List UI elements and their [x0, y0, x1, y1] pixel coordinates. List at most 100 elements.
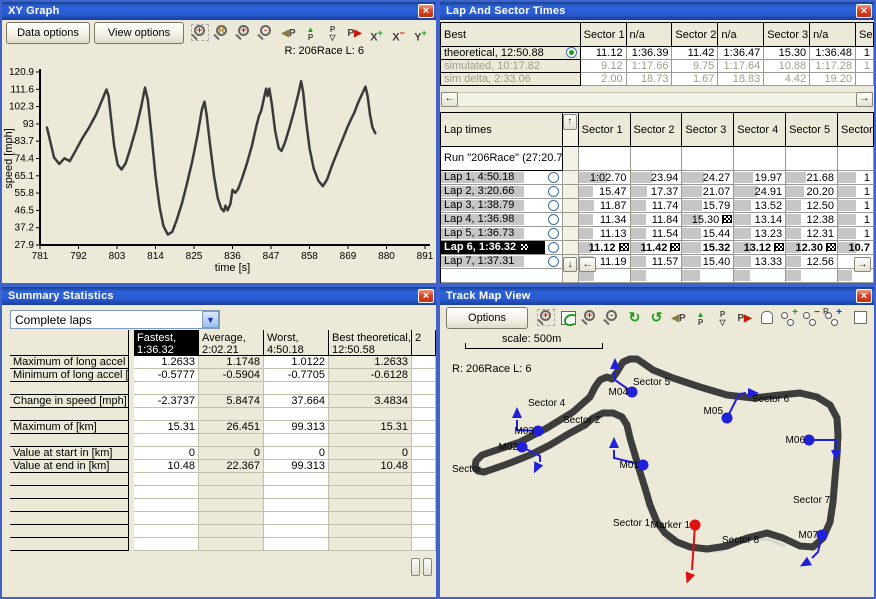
summary-scroll-right-button[interactable]	[423, 558, 432, 576]
scroll-down-button[interactable]: ↓	[563, 257, 577, 272]
best-col-header[interactable]: Sector 1	[581, 23, 627, 47]
sector-col-header[interactable]: Sector 2	[631, 113, 683, 147]
fit-track-icon[interactable]	[558, 308, 579, 329]
marker-dot-M04[interactable]	[627, 387, 638, 398]
zoom-out-icon[interactable]: -	[602, 308, 623, 329]
view-options-button[interactable]: View options	[94, 22, 184, 44]
lap-row[interactable]	[441, 269, 874, 283]
data-options-button[interactable]: Data options	[6, 22, 90, 44]
lap-row-label[interactable]: Lap 5, 1:36.73	[441, 227, 545, 241]
add-node-icon[interactable]: +	[778, 308, 799, 329]
rotate-ccw-icon[interactable]: ↺	[646, 308, 667, 329]
stats-col-header[interactable]: Average,2:02.21	[199, 330, 264, 356]
marker-dot-M01[interactable]	[638, 460, 649, 471]
scroll-left-button[interactable]: ←	[441, 92, 458, 107]
best-row[interactable]: sim delta, 2:33.062.0018.731.6718.834.42…	[441, 73, 874, 86]
prev-marker-icon[interactable]: ◀P	[278, 23, 299, 44]
chevron-down-icon[interactable]: ▼	[202, 311, 219, 328]
best-row-radio[interactable]	[566, 47, 577, 58]
y-plus-icon[interactable]: Y+	[410, 23, 431, 44]
scroll-right-button[interactable]: →	[856, 92, 873, 107]
lap-row-radio[interactable]	[548, 186, 559, 197]
lap-row[interactable]: Lap 2, 3:20.6615.4717.3721.0724.9120.201	[441, 185, 874, 199]
marker-dot-start[interactable]	[690, 520, 701, 531]
sector-col-header[interactable]: Sector 3	[682, 113, 734, 147]
best-col-header[interactable]: n/a	[627, 23, 673, 47]
close-icon[interactable]: ×	[856, 289, 872, 303]
lap-row-radio[interactable]	[548, 172, 559, 183]
lap-row[interactable]: Lap 1, 4:50.181:02.7023.9424.2719.9721.6…	[441, 171, 874, 185]
lap-row-label[interactable]: Lap 3, 1:38.79	[441, 199, 545, 213]
best-scrollbar[interactable]	[441, 92, 873, 107]
stats-col-header[interactable]: Best theoretical,12:50.58	[329, 330, 412, 356]
overlay-checkbox[interactable]	[854, 311, 867, 324]
goto-marker-icon[interactable]: P▽	[322, 23, 343, 44]
lap-row-radio[interactable]	[548, 228, 559, 239]
close-icon[interactable]: ×	[418, 289, 434, 303]
xy-graph-titlebar[interactable]: XY Graph ×	[2, 2, 436, 20]
lap-scroll-right-button[interactable]: →	[854, 257, 871, 272]
play-marker-icon[interactable]: P▶	[734, 308, 755, 329]
lap-row-label[interactable]: Lap 6, 1:36.32	[441, 241, 545, 255]
marker-dot-M03[interactable]	[533, 426, 544, 437]
lap-row[interactable]: Lap 5, 1:36.7311.1311.5415.4413.2312.311	[441, 227, 874, 241]
marker-dot-M06[interactable]	[804, 435, 815, 446]
add-marker-icon[interactable]: ▲P	[300, 23, 321, 44]
x-minus-icon[interactable]: X−	[388, 23, 409, 44]
lap-filter-dropdown[interactable]: Complete laps ▼	[10, 310, 220, 329]
sector-col-header[interactable]: Sector	[838, 113, 874, 147]
zoom-in-icon[interactable]: +	[580, 308, 601, 329]
remove-node-icon[interactable]: −	[800, 308, 821, 329]
summary-titlebar[interactable]: Summary Statistics ×	[2, 287, 436, 305]
lap-row-radio[interactable]	[548, 200, 559, 211]
sector-col-header[interactable]: Sector 5	[786, 113, 838, 147]
best-col-header[interactable]: n/a	[810, 23, 856, 47]
sector-col-header[interactable]: Sector 1	[579, 113, 631, 147]
best-col-header[interactable]: n/a	[718, 23, 764, 47]
summary-scroll-left-button[interactable]	[411, 558, 420, 576]
track-map-canvas[interactable]: R: 206Race L: 6SectorSector 4Sector 2Sec…	[440, 350, 874, 595]
best-col-header[interactable]: Sect	[856, 23, 874, 47]
best-row[interactable]: simulated, 10:17.829.121:17.669.751:17.6…	[441, 60, 874, 73]
track-map-titlebar[interactable]: Track Map View ×	[440, 287, 874, 305]
lap-row[interactable]: Lap 4, 1:36.9811.3411.8415.3013.1412.381	[441, 213, 874, 227]
lap-row-label[interactable]: Lap 4, 1:36.98	[441, 213, 545, 227]
lap-row-radio[interactable]	[548, 256, 559, 267]
lap-row-label[interactable]	[441, 269, 545, 283]
zoom-window-icon[interactable]: +	[190, 23, 211, 44]
lap-row-label[interactable]: Lap 1, 4:50.18	[441, 171, 545, 185]
zoom-reset-icon[interactable]: R	[212, 23, 233, 44]
zoom-in-icon[interactable]: +	[234, 23, 255, 44]
rotate-cw-icon[interactable]: ↻	[624, 308, 645, 329]
marker-dot-M07[interactable]	[817, 530, 828, 541]
reset-node-icon[interactable]: +R	[822, 308, 843, 329]
lap-scroll-left-button[interactable]: ←	[579, 257, 596, 272]
stats-col-header[interactable]: 2	[412, 330, 436, 356]
best-col-header[interactable]: Sector 3	[764, 23, 810, 47]
goto-marker-icon[interactable]: P▽	[712, 308, 733, 329]
prev-marker-icon[interactable]: ◀P	[668, 308, 689, 329]
lap-sector-titlebar[interactable]: Lap And Sector Times ×	[440, 2, 874, 20]
lap-row[interactable]: Lap 3, 1:38.7911.8711.7415.7913.5212.501	[441, 199, 874, 213]
stats-col-header[interactable]: Worst,4:50.18	[264, 330, 329, 356]
play-marker-icon[interactable]: P▶	[344, 23, 365, 44]
lap-row[interactable]: Lap 6, 1:36.3211.1211.4215.3213.1212.301…	[441, 241, 874, 255]
sector-col-header[interactable]: Sector 4	[734, 113, 786, 147]
zoom-window-icon[interactable]: +	[536, 308, 557, 329]
lap-row[interactable]: Lap 7, 1:37.3111.1911.5715.4013.3312.56	[441, 255, 874, 269]
options-button[interactable]: Options	[446, 307, 528, 329]
pan-hand-icon[interactable]	[756, 308, 777, 329]
lap-row-radio[interactable]	[548, 214, 559, 225]
xy-chart[interactable]: 120.9111.6102.39383.774.465.155.846.537.…	[2, 58, 436, 283]
best-row[interactable]: theoretical, 12:50.8811.121:36.3911.421:…	[441, 47, 874, 60]
lap-row-radio[interactable]	[548, 242, 559, 253]
scroll-up-button[interactable]: ↑	[563, 114, 577, 130]
best-col-header[interactable]: Sector 2	[672, 23, 718, 47]
close-icon[interactable]: ×	[856, 4, 872, 18]
marker-dot-M02[interactable]	[517, 442, 528, 453]
close-icon[interactable]: ×	[418, 4, 434, 18]
lap-row-label[interactable]: Lap 7, 1:37.31	[441, 255, 545, 269]
add-marker-icon[interactable]: ▲P	[690, 308, 711, 329]
marker-dot-M05[interactable]	[722, 413, 733, 424]
lap-row-label[interactable]: Lap 2, 3:20.66	[441, 185, 545, 199]
